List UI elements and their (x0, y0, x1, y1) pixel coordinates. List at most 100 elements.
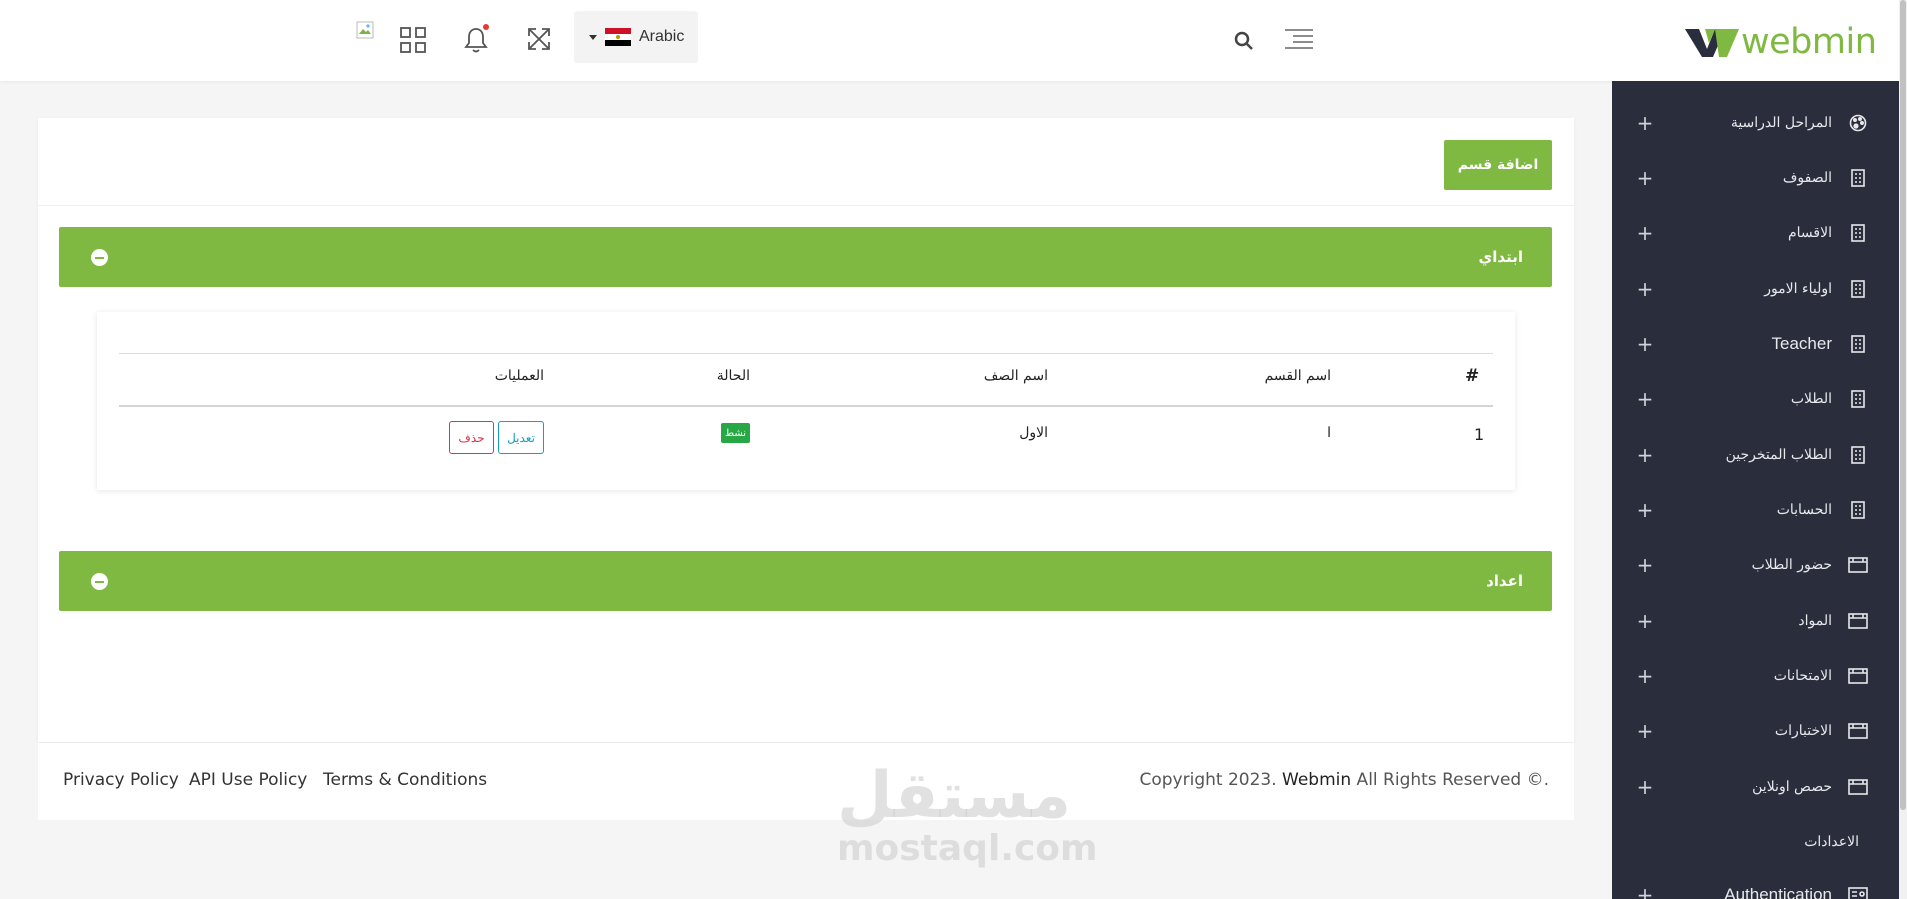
sidebar-item-graduates[interactable]: + الطلاب المتخرجين (1612, 435, 1899, 475)
copyright-suffix: All Rights Reserved ©. (1351, 770, 1549, 790)
table-top-border (119, 353, 1493, 354)
expand-plus-icon[interactable]: + (1633, 498, 1657, 522)
table-header-border (119, 405, 1493, 407)
api-use-policy-link[interactable]: API Use Policy (189, 770, 307, 790)
stage-accordion-header[interactable]: اعداد (59, 551, 1552, 611)
expand-plus-icon[interactable]: + (1633, 443, 1657, 467)
sidebar-item-classes[interactable]: + الصفوف (1612, 158, 1899, 198)
sidebar-item-label: Authentication (1724, 885, 1832, 899)
sidebar: + المراحل الدراسية + الصفوف + الاقسام + … (1612, 81, 1899, 899)
building-icon (1848, 446, 1868, 464)
calendar-icon (1848, 667, 1868, 685)
stage-accordion-header[interactable]: ابتداي (59, 227, 1552, 287)
sidebar-item-attendance[interactable]: + حضور الطلاب (1612, 545, 1899, 585)
expand-plus-icon[interactable]: + (1633, 883, 1657, 899)
copyright-text: Copyright 2023. Webmin All Rights Reserv… (1139, 770, 1549, 790)
sidebar-item-label: الاعدادات (1804, 834, 1859, 850)
sidebar-item-students[interactable]: + الطلاب (1612, 379, 1899, 419)
language-dropdown[interactable]: Arabic (574, 11, 698, 63)
sidebar-item-label: حصص اونلاين (1752, 779, 1832, 795)
sidebar-item-authentication[interactable]: + Authentication (1612, 875, 1899, 899)
menu-toggle-icon[interactable] (1283, 25, 1315, 53)
sidebar-item-stages[interactable]: + المراحل الدراسية (1612, 103, 1899, 143)
column-header-operations: العمليات (494, 368, 544, 384)
broken-avatar-image[interactable] (355, 20, 375, 40)
sidebar-item-teacher[interactable]: + Teacher (1612, 324, 1899, 364)
sidebar-item-label: Teacher (1771, 334, 1832, 353)
expand-plus-icon[interactable]: + (1633, 277, 1657, 301)
sidebar-item-parents[interactable]: + اولياء الامور (1612, 269, 1899, 309)
stage-title: ابتداي (1478, 248, 1523, 266)
language-label: Arabic (639, 28, 685, 45)
expand-plus-icon[interactable]: + (1633, 719, 1657, 743)
sidebar-item-label: الاختبارات (1774, 723, 1832, 739)
id-card-icon (1848, 886, 1868, 899)
column-header-section-name: اسم القسم (1264, 368, 1331, 384)
sidebar-item-label: الطلاب (1790, 391, 1832, 407)
sidebar-item-label: الطلاب المتخرجين (1725, 447, 1832, 463)
cell-class-name: الاول (1019, 425, 1048, 441)
calendar-icon (1848, 612, 1868, 630)
fullscreen-icon[interactable] (524, 24, 554, 54)
chevron-down-icon (589, 34, 597, 40)
building-icon (1848, 335, 1868, 353)
stage-title: اعداد (1486, 572, 1523, 590)
search-icon[interactable] (1232, 29, 1256, 53)
sidebar-item-settings[interactable]: الاعدادات (1612, 822, 1899, 862)
add-section-button[interactable]: اضافة قسم (1444, 140, 1552, 190)
column-header-class-name: اسم الصف (983, 368, 1048, 384)
sidebar-item-online-classes[interactable]: + حصص اونلاين (1612, 767, 1899, 807)
building-icon (1848, 390, 1868, 408)
sidebar-item-quizzes[interactable]: + الاختبارات (1612, 711, 1899, 751)
calendar-icon (1848, 722, 1868, 740)
terms-conditions-link[interactable]: Terms & Conditions (323, 770, 487, 790)
page-scrollbar[interactable] (1899, 0, 1907, 899)
sidebar-item-accounts[interactable]: + الحسابات (1612, 490, 1899, 530)
building-icon (1848, 169, 1868, 187)
expand-plus-icon[interactable]: + (1633, 332, 1657, 356)
privacy-policy-link[interactable]: Privacy Policy (63, 770, 179, 790)
column-header-index: # (1465, 366, 1480, 386)
sidebar-item-label: المواد (1798, 613, 1832, 629)
cell-index: 1 (1474, 425, 1485, 444)
column-header-status: الحالة (716, 368, 750, 384)
copyright-brand[interactable]: Webmin (1282, 770, 1351, 790)
egypt-flag-icon (605, 28, 631, 46)
expand-plus-icon[interactable]: + (1633, 664, 1657, 688)
expand-plus-icon[interactable]: + (1633, 775, 1657, 799)
sidebar-item-label: الحسابات (1776, 502, 1832, 518)
brand-name: webmin (1741, 22, 1877, 62)
webmin-logo-mark (1685, 29, 1739, 57)
sidebar-item-label: المراحل الدراسية (1730, 115, 1832, 131)
top-header: Arabic webmin (0, 0, 1907, 81)
notification-dot (483, 24, 489, 30)
collapse-minus-icon[interactable] (91, 249, 108, 266)
building-icon (1848, 224, 1868, 242)
sidebar-item-label: حضور الطلاب (1751, 557, 1832, 573)
sidebar-item-label: الامتحانات (1773, 668, 1832, 684)
apps-grid-icon[interactable] (398, 25, 428, 55)
sections-table (97, 312, 1515, 490)
expand-plus-icon[interactable]: + (1633, 166, 1657, 190)
status-badge: نشط (721, 423, 750, 443)
expand-plus-icon[interactable]: + (1633, 609, 1657, 633)
delete-button[interactable]: حذف (449, 421, 494, 454)
expand-plus-icon[interactable]: + (1633, 111, 1657, 135)
expand-plus-icon[interactable]: + (1633, 221, 1657, 245)
sidebar-item-exams[interactable]: + الامتحانات (1612, 656, 1899, 696)
sidebar-item-sections[interactable]: + الاقسام (1612, 213, 1899, 253)
calendar-icon (1848, 556, 1868, 574)
webmin-logo[interactable]: webmin (1685, 22, 1877, 62)
scrollbar-thumb[interactable] (1900, 0, 1906, 810)
mostaql-watermark: مستقل mostaql.com (836, 759, 1098, 867)
edit-button[interactable]: تعديل (498, 421, 544, 454)
sidebar-item-subjects[interactable]: + المواد (1612, 601, 1899, 641)
building-icon (1848, 501, 1868, 519)
expand-plus-icon[interactable]: + (1633, 387, 1657, 411)
collapse-minus-icon[interactable] (91, 573, 108, 590)
cell-section-name: ا (1327, 425, 1331, 441)
watermark-arabic: مستقل (836, 759, 1071, 833)
notification-bell-icon[interactable] (461, 24, 491, 56)
expand-plus-icon[interactable]: + (1633, 553, 1657, 577)
palette-icon (1848, 114, 1868, 132)
